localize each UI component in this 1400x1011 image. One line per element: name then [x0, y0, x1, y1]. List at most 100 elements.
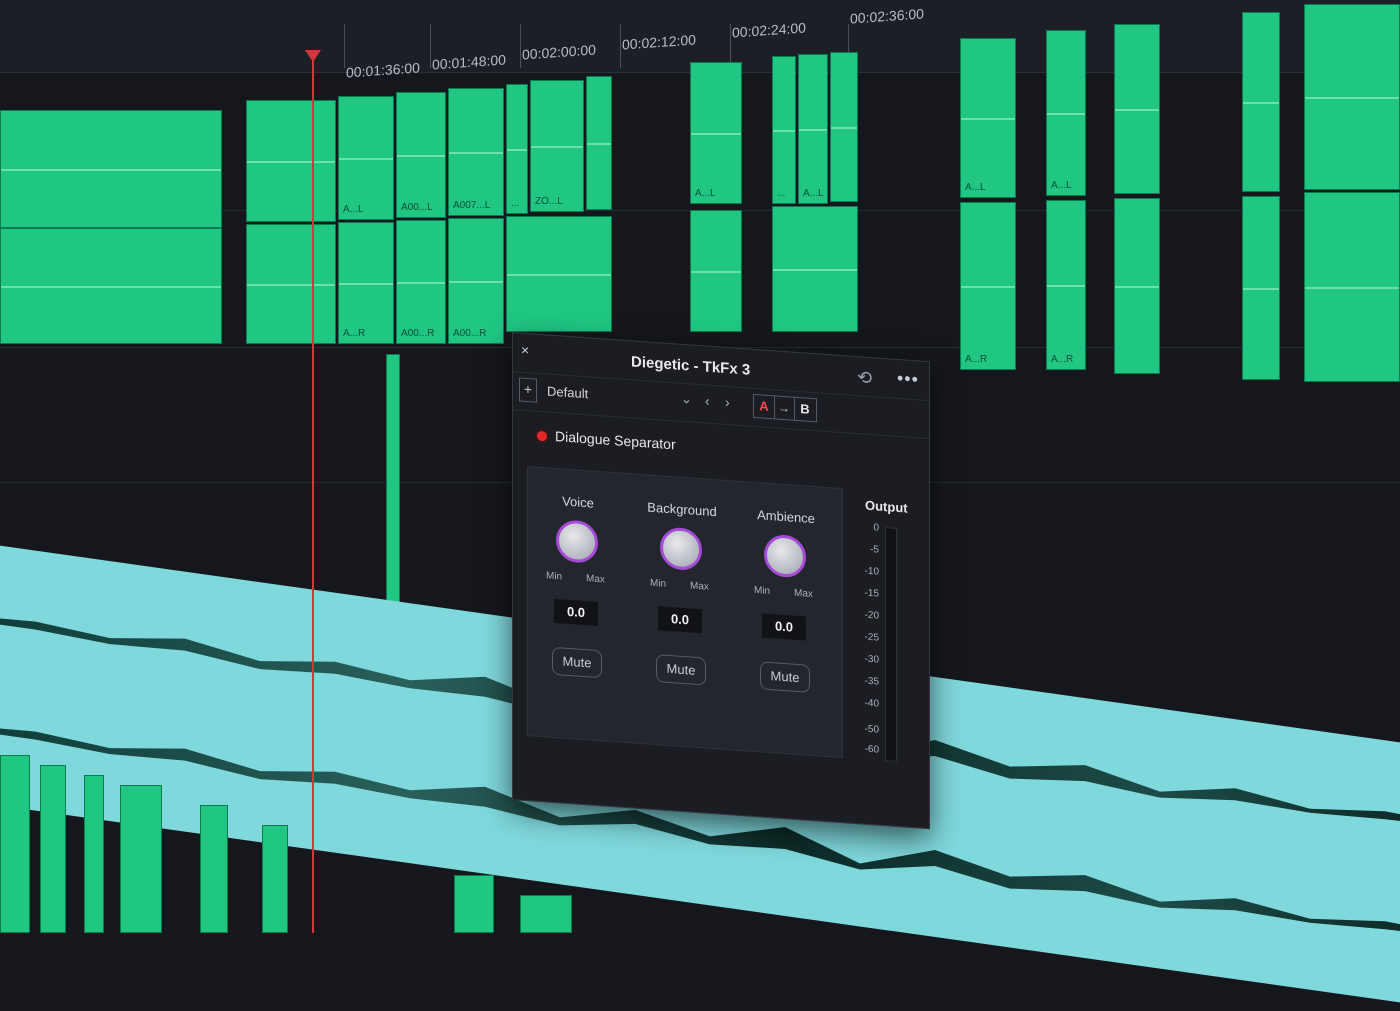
audio-clip[interactable] — [246, 100, 336, 222]
audio-clip[interactable]: A...L — [338, 96, 394, 220]
voice-value-field[interactable]: 0.0 — [554, 598, 598, 627]
meter-scale-label: 0 — [873, 522, 879, 534]
audio-clip[interactable]: A...L — [798, 54, 828, 204]
clip-waveform — [1047, 113, 1085, 115]
meter-scale-label: -25 — [864, 631, 879, 644]
audio-clip[interactable] — [84, 775, 104, 933]
b-button[interactable]: B — [794, 398, 816, 422]
audio-clip[interactable]: A...R — [960, 202, 1016, 370]
ambience-mute-button[interactable]: Mute — [760, 661, 810, 693]
meter-scale-label: -10 — [864, 565, 879, 578]
audio-clip[interactable] — [1242, 196, 1280, 380]
audio-clip[interactable]: A...R — [338, 222, 394, 344]
audio-clip[interactable]: A00...L — [396, 92, 446, 218]
audio-clip[interactable]: A...L — [690, 62, 742, 204]
audio-clip[interactable]: A00...R — [396, 220, 446, 344]
clip-waveform — [507, 274, 611, 276]
knob-min-label: Min — [754, 584, 771, 598]
audio-clip[interactable] — [246, 224, 336, 344]
clip-waveform — [1115, 286, 1159, 288]
audio-clip[interactable] — [0, 755, 30, 933]
clip-label: A...L — [1051, 180, 1072, 191]
clip-waveform — [1243, 288, 1279, 290]
reset-icon[interactable]: ⟲ — [857, 367, 872, 389]
audio-clip[interactable] — [520, 895, 572, 933]
audio-clip[interactable] — [690, 210, 742, 332]
clip-waveform — [831, 127, 857, 129]
chevron-down-icon[interactable]: ⌄ — [681, 391, 692, 408]
audio-clip[interactable] — [506, 216, 612, 332]
ab-compare: A → B — [753, 393, 817, 423]
audio-clip[interactable] — [0, 110, 222, 228]
background-mute-button[interactable]: Mute — [656, 654, 706, 686]
clip-waveform — [1305, 97, 1399, 99]
close-icon[interactable]: × — [521, 342, 529, 359]
clip-waveform — [1243, 102, 1279, 104]
audio-clip[interactable] — [1242, 12, 1280, 192]
knob-max-label: Max — [794, 587, 813, 601]
audio-clip[interactable]: ... — [772, 56, 796, 204]
effect-name: Dialogue Separator — [555, 428, 676, 453]
copy-a-to-b-button[interactable]: → — [774, 396, 795, 420]
knob-label: Voice — [562, 493, 594, 511]
clip-waveform — [397, 282, 445, 284]
timecode-label: 00:01:48:00 — [432, 51, 506, 73]
audio-clip[interactable] — [1304, 192, 1400, 382]
background-knob[interactable] — [660, 526, 702, 572]
audio-clip[interactable]: A...R — [1046, 200, 1086, 370]
clip-waveform — [1115, 109, 1159, 111]
audio-clip[interactable]: ... — [506, 84, 528, 214]
meter-scale-label: -50 — [864, 723, 879, 736]
clip-label: A...L — [965, 182, 986, 193]
audio-clip[interactable] — [1114, 24, 1160, 194]
a-button[interactable]: A — [754, 394, 775, 419]
voice-mute-button[interactable]: Mute — [552, 646, 602, 679]
power-button[interactable] — [537, 430, 547, 442]
clip-waveform — [961, 118, 1015, 120]
ruler-tick — [520, 24, 521, 68]
audio-clip[interactable] — [262, 825, 288, 933]
add-preset-button[interactable]: + — [519, 377, 537, 403]
clip-label: A...L — [695, 188, 716, 199]
knob-max-label: Max — [586, 573, 605, 586]
next-preset-icon[interactable]: › — [725, 394, 730, 410]
audio-clip[interactable] — [1114, 198, 1160, 374]
audio-clip[interactable] — [1304, 4, 1400, 190]
clip-waveform — [339, 158, 393, 160]
audio-clip[interactable] — [454, 875, 494, 933]
audio-clip[interactable]: ZO...L — [530, 80, 584, 212]
clip-label: A...R — [1051, 354, 1074, 365]
audio-clip[interactable] — [120, 785, 162, 933]
ambience-knob[interactable] — [764, 533, 806, 579]
more-options-icon[interactable]: ••• — [897, 368, 919, 391]
audio-clip[interactable] — [830, 52, 858, 202]
background-control: Background Min Max 0.0 Mute — [632, 474, 732, 749]
audio-clip[interactable]: A007...L — [448, 88, 504, 216]
audio-clip[interactable] — [586, 76, 612, 210]
audio-clip[interactable] — [40, 765, 66, 933]
clip-label: A007...L — [453, 200, 491, 211]
background-value-field[interactable]: 0.0 — [658, 606, 702, 634]
ambience-control: Ambience Min Max 0.0 Mute — [736, 482, 836, 757]
timecode-label: 00:02:36:00 — [850, 5, 924, 27]
preset-name[interactable]: Default — [547, 383, 588, 401]
audio-clip[interactable] — [772, 206, 858, 332]
voice-knob[interactable] — [556, 519, 598, 565]
audio-clip[interactable] — [386, 354, 400, 606]
audio-clip[interactable]: A...L — [1046, 30, 1086, 196]
clip-waveform — [1047, 285, 1085, 287]
audio-clip[interactable] — [200, 805, 228, 933]
clip-label: ... — [511, 198, 520, 209]
ambience-value-field[interactable]: 0.0 — [762, 613, 806, 641]
previous-preset-icon[interactable]: ‹ — [705, 392, 710, 408]
ruler-tick — [430, 24, 431, 68]
clip-label: A...R — [343, 328, 366, 339]
audio-clip[interactable]: A...L — [960, 38, 1016, 198]
audio-clip[interactable] — [0, 228, 222, 344]
ruler-tick — [344, 24, 345, 68]
knob-min-label: Min — [650, 577, 667, 590]
clip-waveform — [691, 271, 741, 273]
playhead[interactable] — [312, 52, 314, 933]
audio-clip[interactable]: A00...R — [448, 218, 504, 344]
plugin-title: Diegetic - TkFx 3 — [631, 353, 751, 379]
